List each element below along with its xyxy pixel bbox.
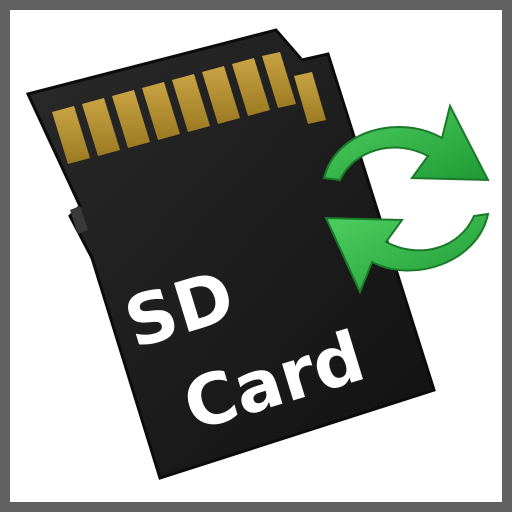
sd-card-sync-artwork: SD Card bbox=[25, 28, 490, 480]
icon-frame: SD Card bbox=[0, 0, 512, 512]
icon-tile: SD Card bbox=[10, 10, 502, 502]
